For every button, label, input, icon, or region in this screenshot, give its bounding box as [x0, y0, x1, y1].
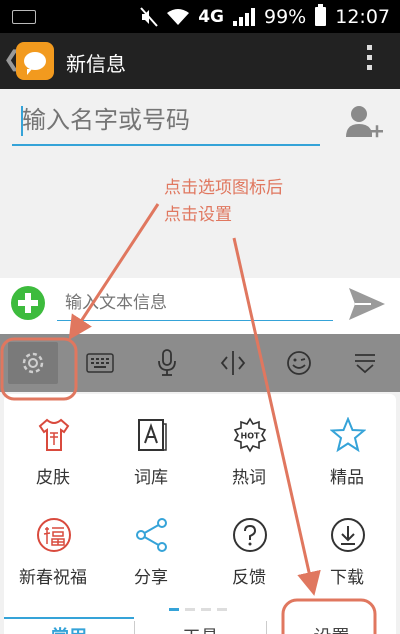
svg-text:HOT: HOT [241, 432, 260, 441]
recipient-field-container [12, 100, 322, 146]
add-contact-icon[interactable] [344, 103, 384, 143]
feedback-icon [233, 518, 267, 552]
recipient-input[interactable] [12, 100, 322, 140]
collapse-icon [355, 354, 375, 374]
panel-item-label: 精品 [330, 468, 364, 488]
panel-item-dictionary[interactable]: 词库 [102, 394, 200, 494]
annotation-line-2: 点击设置 [164, 205, 232, 225]
keyboard-notification-icon [12, 10, 36, 24]
hot-icon: HOT [233, 417, 267, 453]
page-title: 新信息 [66, 52, 126, 76]
hide-keyboard-button[interactable] [332, 334, 398, 392]
panel-tab-bar: 常用 工具 设置 [4, 617, 396, 634]
panel-item-label: 反馈 [232, 568, 266, 588]
annotation-text: 点击选项图标后 点击设置 [164, 175, 283, 229]
compose-bar [0, 278, 400, 334]
dictionary-icon [138, 419, 167, 451]
message-input[interactable] [57, 286, 333, 321]
panel-item-label: 热词 [232, 468, 266, 488]
panel-item-label: 新春祝福 [19, 568, 87, 588]
panel-item-label: 词库 [134, 468, 168, 488]
settings-icon [22, 352, 44, 374]
messaging-app-icon[interactable] [16, 42, 54, 80]
keyboard-settings-button[interactable] [0, 334, 66, 392]
overflow-menu-icon[interactable] [367, 45, 372, 70]
active-tab-indicator [4, 617, 134, 619]
send-icon[interactable] [347, 286, 387, 322]
emoji-button[interactable] [266, 334, 332, 392]
app-bar: ❮ 新信息 [0, 33, 400, 89]
cursor-move-button[interactable] [200, 334, 266, 392]
shirt-icon [38, 418, 70, 451]
mute-icon [140, 6, 158, 27]
panel-item-blessing[interactable]: 新春祝福 [4, 494, 102, 594]
panel-item-share[interactable]: 分享 [102, 494, 200, 594]
panel-item-feedback[interactable]: 反馈 [200, 494, 298, 594]
clock: 12:07 [335, 5, 390, 28]
panel-item-skin[interactable]: 皮肤 [4, 394, 102, 494]
status-bar: 4G 99% 12:07 [0, 0, 400, 33]
page-indicator [169, 608, 227, 611]
microphone-icon [158, 349, 176, 376]
share-icon [136, 518, 167, 552]
keyboard-switch-button[interactable] [67, 334, 133, 392]
wifi-icon [167, 8, 190, 25]
panel-item-featured[interactable]: 精品 [298, 394, 396, 494]
panel-item-hotwords[interactable]: HOT 热词 [200, 394, 298, 494]
panel-item-label: 下载 [330, 568, 364, 588]
cursor-icon [220, 351, 246, 375]
panel-item-label: 皮肤 [36, 468, 70, 488]
options-panel: 皮肤 词库 HOT 热词 精品 新春祝福 分享 反馈 下载 [4, 394, 396, 634]
attach-plus-button[interactable] [11, 286, 45, 320]
battery-percent: 99% [264, 5, 307, 28]
network-type: 4G [198, 6, 224, 27]
emoji-icon [287, 351, 311, 375]
tab-settings[interactable]: 设置 [267, 623, 396, 634]
tab-tools[interactable]: 工具 [135, 623, 266, 634]
battery-icon [315, 4, 327, 26]
signal-icon [233, 7, 255, 26]
star-icon [330, 417, 366, 453]
panel-item-download[interactable]: 下载 [298, 494, 396, 594]
keyboard-toolbar [0, 334, 400, 392]
keyboard-icon [86, 353, 114, 373]
tab-common[interactable]: 常用 [4, 623, 134, 634]
annotation-line-1: 点击选项图标后 [164, 178, 283, 198]
text-cursor [21, 106, 23, 136]
voice-input-button[interactable] [134, 334, 200, 392]
download-icon [331, 518, 365, 552]
panel-item-label: 分享 [134, 568, 168, 588]
blessing-icon [37, 518, 71, 552]
